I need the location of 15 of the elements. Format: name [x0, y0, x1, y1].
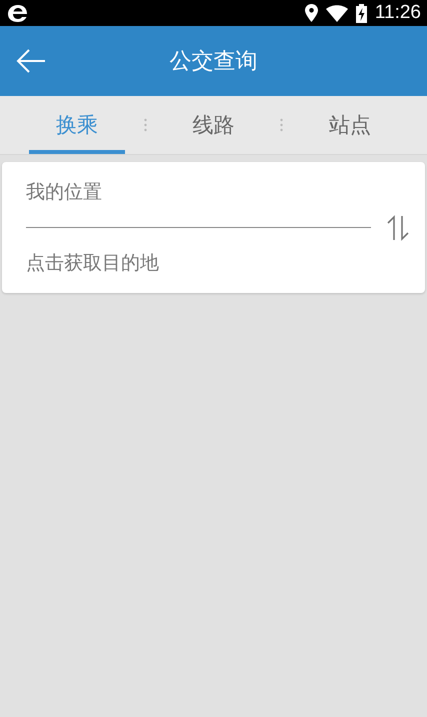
page-title: 公交查询: [170, 48, 258, 76]
tab-divider-icon: [144, 118, 147, 132]
destination-field[interactable]: 点击获取目的地: [26, 248, 371, 278]
battery-charging-icon: [356, 4, 367, 22]
tab[interactable]: 线路: [166, 96, 262, 154]
origin-field[interactable]: 我的位置: [26, 177, 371, 207]
status-time: 11:26: [374, 2, 421, 24]
swap-button[interactable]: [385, 214, 411, 240]
app-logo-icon: [6, 3, 30, 23]
tab-divider-icon: [280, 118, 284, 132]
tab[interactable]: 站点: [302, 96, 398, 154]
tab[interactable]: 换乘: [28, 96, 125, 154]
back-button[interactable]: [16, 48, 46, 74]
wifi-icon: [326, 4, 348, 22]
location-pin-icon: [304, 4, 318, 22]
